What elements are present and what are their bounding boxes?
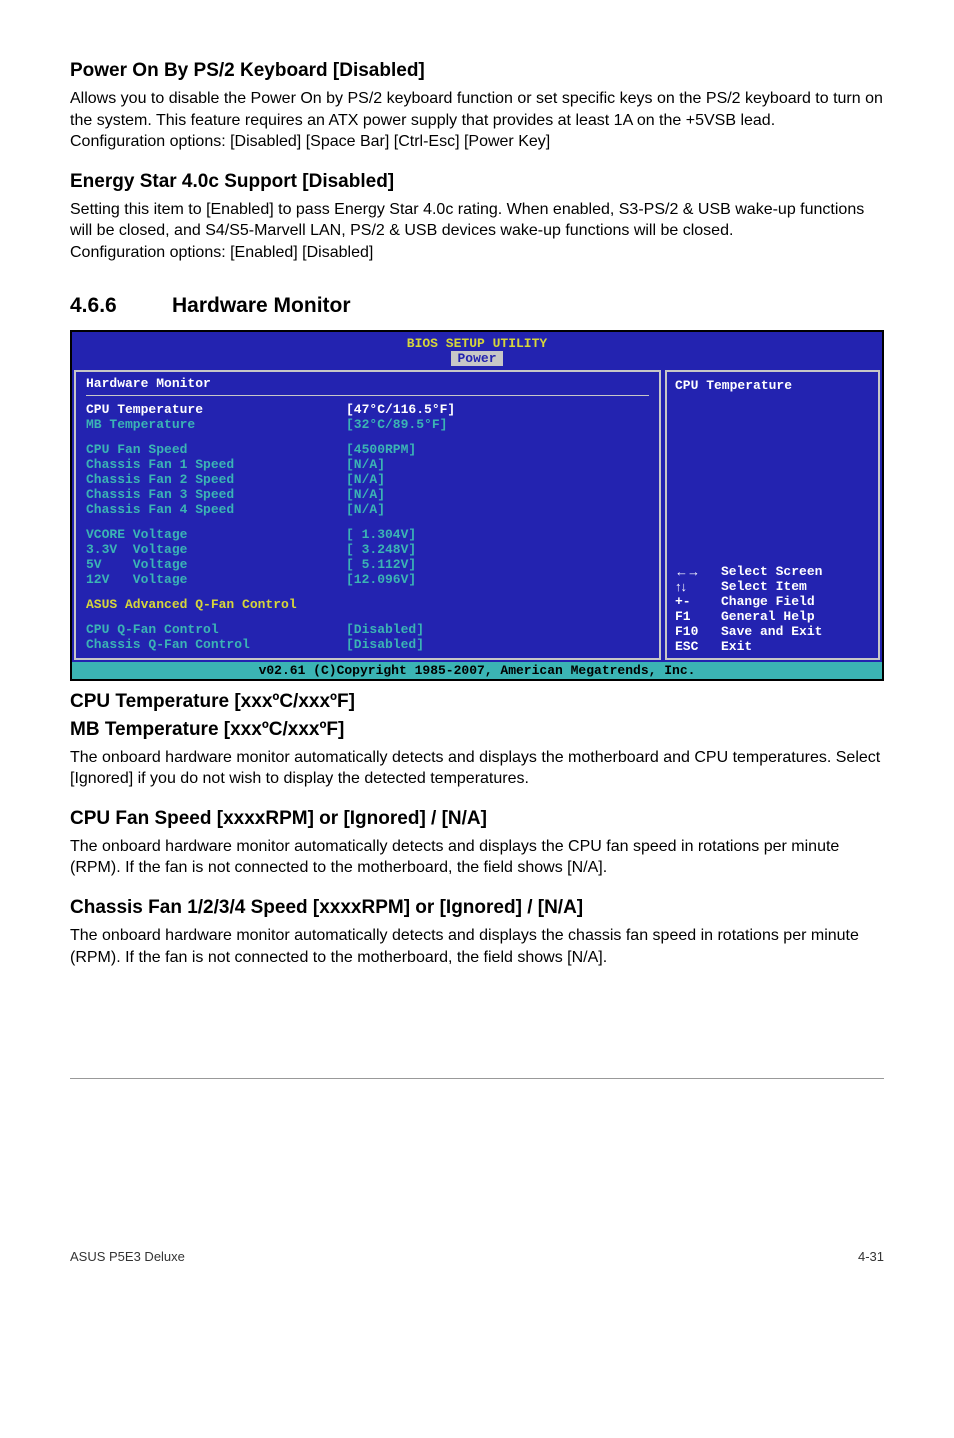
bios-row-vcore[interactable]: VCORE Voltage[ 1.304V]: [86, 527, 649, 542]
heading-cpu-temp: CPU Temperature [xxxºC/xxxºF]: [70, 691, 884, 713]
bios-utility-title: BIOS SETUP UTILITY: [72, 332, 882, 351]
desc-temp: The onboard hardware monitor automatical…: [70, 747, 884, 790]
arrows-lr-icon: ←→: [675, 564, 721, 579]
arrows-ud-icon: ↑↓: [675, 579, 721, 594]
bios-row-cpu-temp[interactable]: CPU Temperature[47°C/116.5°F]: [86, 402, 649, 417]
heading-mb-temp: MB Temperature [xxxºC/xxxºF]: [70, 719, 884, 741]
bios-row-chassis-fan-2[interactable]: Chassis Fan 2 Speed[N/A]: [86, 472, 649, 487]
bios-tab-power[interactable]: Power: [451, 351, 502, 366]
bios-row-chassis-fan-3[interactable]: Chassis Fan 3 Speed[N/A]: [86, 487, 649, 502]
bios-left-panel: Hardware Monitor CPU Temperature[47°C/11…: [74, 370, 661, 660]
bios-row-3v3[interactable]: 3.3V Voltage[ 3.248V]: [86, 542, 649, 557]
bios-panel-header: Hardware Monitor: [86, 376, 649, 391]
desc-power-on-ps2: Allows you to disable the Power On by PS…: [70, 88, 884, 153]
bios-row-5v[interactable]: 5V Voltage[ 5.112V]: [86, 557, 649, 572]
section-title: Hardware Monitor: [172, 294, 351, 317]
heading-cpu-fan-speed: CPU Fan Speed [xxxxRPM] or [Ignored] / […: [70, 808, 884, 830]
desc-cpu-fan-speed: The onboard hardware monitor automatical…: [70, 836, 884, 879]
plus-minus-icon: +-: [675, 594, 721, 609]
bios-row-qfan-advanced[interactable]: ASUS Advanced Q-Fan Control: [86, 597, 649, 612]
footer-left: ASUS P5E3 Deluxe: [70, 1249, 185, 1264]
heading-hardware-monitor: 4.6.6Hardware Monitor: [70, 294, 884, 318]
heading-power-on-ps2: Power On By PS/2 Keyboard [Disabled]: [70, 60, 884, 82]
section-number: 4.6.6: [70, 294, 172, 318]
bios-row-12v[interactable]: 12V Voltage[12.096V]: [86, 572, 649, 587]
desc-energy-star: Setting this item to [Enabled] to pass E…: [70, 199, 884, 264]
bios-row-mb-temp[interactable]: MB Temperature[32°C/89.5°F]: [86, 417, 649, 432]
footer-right: 4-31: [858, 1249, 884, 1264]
heading-energy-star: Energy Star 4.0c Support [Disabled]: [70, 171, 884, 193]
bios-window: BIOS SETUP UTILITY Power Hardware Monito…: [70, 330, 884, 681]
heading-chassis-fan-speed: Chassis Fan 1/2/3/4 Speed [xxxxRPM] or […: [70, 897, 884, 919]
bios-copyright: v02.61 (C)Copyright 1985-2007, American …: [72, 662, 882, 679]
bios-row-cpu-qfan[interactable]: CPU Q-Fan Control[Disabled]: [86, 622, 649, 637]
bios-help-keys: ←→Select Screen ↑↓Select Item +-Change F…: [675, 564, 870, 654]
bios-row-chassis-fan-1[interactable]: Chassis Fan 1 Speed[N/A]: [86, 457, 649, 472]
bios-row-cpu-fan[interactable]: CPU Fan Speed[4500RPM]: [86, 442, 649, 457]
bios-row-chassis-qfan[interactable]: Chassis Q-Fan Control[Disabled]: [86, 637, 649, 652]
bios-help-topic: CPU Temperature: [675, 378, 870, 393]
bios-help-panel: CPU Temperature ←→Select Screen ↑↓Select…: [665, 370, 880, 660]
bios-row-chassis-fan-4[interactable]: Chassis Fan 4 Speed[N/A]: [86, 502, 649, 517]
desc-chassis-fan-speed: The onboard hardware monitor automatical…: [70, 925, 884, 968]
page-footer: ASUS P5E3 Deluxe 4-31: [70, 1249, 884, 1264]
